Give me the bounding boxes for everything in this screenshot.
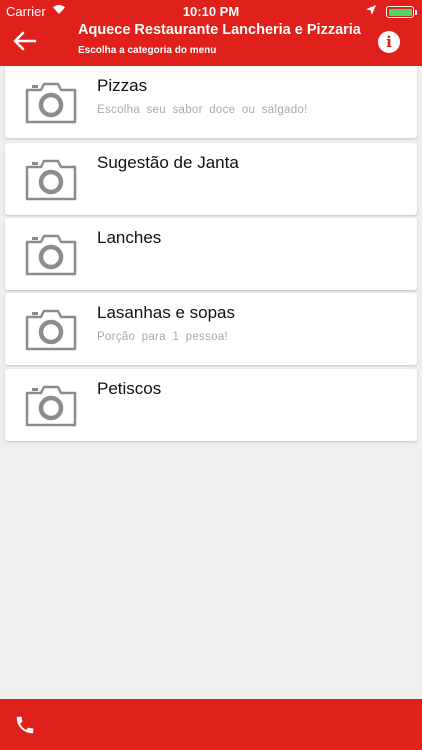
list-item[interactable]: Pizzas Escolha seu sabor doce ou salgado… [5,66,417,138]
category-name: Pizzas [97,76,148,95]
category-name: Petiscos [97,379,162,398]
status-bar: Carrier 10:10 PM [0,0,422,22]
list-item[interactable]: Lanches [5,218,417,290]
app-screen: Carrier 10:10 PM Aquece Restaurante Lanc… [0,0,422,750]
camera-placeholder-icon [25,159,77,201]
list-item[interactable]: Lasanhas e sopas Porção para 1 pessoa! [5,293,417,365]
page-subtitle: Escolha a categoria do menu [78,45,217,56]
arrow-left-icon[interactable] [12,30,38,52]
battery-icon [386,6,417,18]
category-name: Lasanhas e sopas [97,303,235,322]
battery-level [388,8,412,16]
camera-placeholder-icon [25,82,77,124]
bottom-bar [0,699,422,750]
location-arrow-icon [366,5,376,15]
camera-placeholder-icon [25,309,77,351]
category-description: Porção para 1 pessoa! [97,331,229,343]
phone-icon[interactable] [14,714,36,736]
header-bar: Carrier 10:10 PM Aquece Restaurante Lanc… [0,0,422,66]
camera-placeholder-icon [25,234,77,276]
info-icon[interactable]: i [378,31,400,53]
category-name: Lanches [97,228,162,247]
list-item[interactable]: Sugestão de Janta [5,143,417,215]
camera-placeholder-icon [25,385,77,427]
category-name: Sugestão de Janta [97,153,239,172]
status-time: 10:10 PM [182,4,240,19]
category-description: Escolha seu sabor doce ou salgado! [97,104,308,116]
list-item[interactable]: Petiscos [5,369,417,441]
page-title: Aquece Restaurante Lancheria e Pizzaria [78,22,361,38]
